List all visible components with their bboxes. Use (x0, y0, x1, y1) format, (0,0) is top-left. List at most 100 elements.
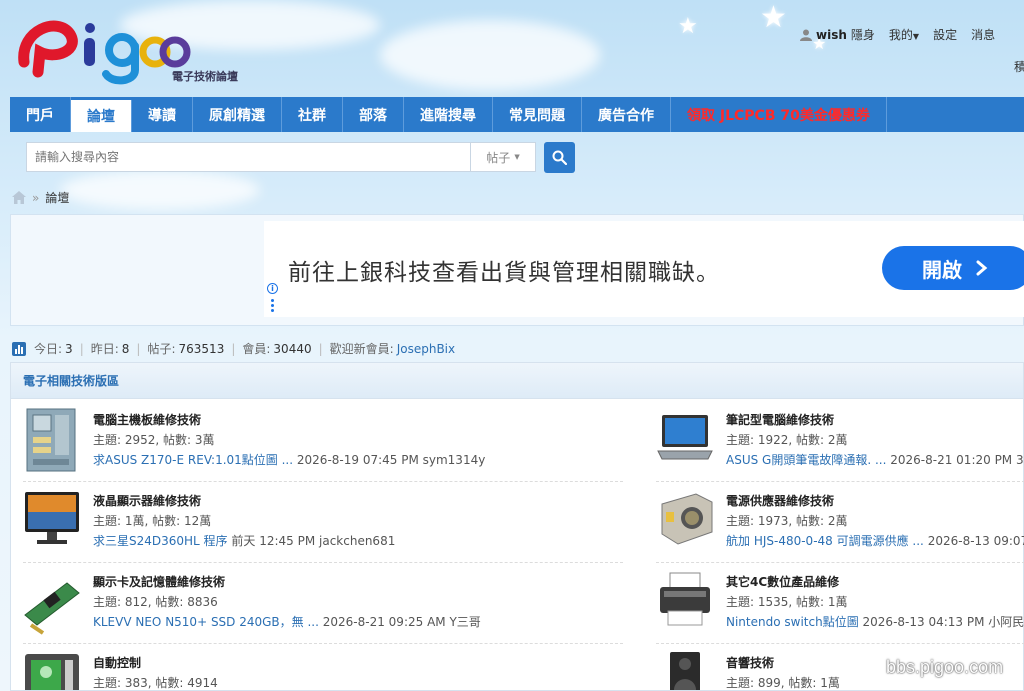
board-title[interactable]: 筆記型電腦維修技術 (726, 411, 834, 428)
new-member-link[interactable]: JosephBix (397, 342, 455, 356)
nav-item-portal[interactable]: 門戶 (10, 97, 71, 132)
last-post-link[interactable]: 求三星S24D360HL 程序 (93, 534, 228, 548)
ad-options-icon[interactable] (271, 299, 274, 314)
search-input[interactable] (26, 142, 470, 172)
board-stats: 主題: 2952, 帖數: 3萬 (93, 433, 215, 447)
stats-chart-icon (12, 341, 26, 356)
user-toolbar: wish 隱身 我的▼ 設定 消息 (800, 26, 995, 43)
board-title[interactable]: 電腦主機板維修技術 (93, 411, 201, 428)
user-icon (800, 29, 812, 41)
nav-item-jlcpcb-coupon[interactable]: 領取 JLCPCB 70美金優惠券 (671, 97, 887, 132)
last-post-meta: 2026-8-19 07:45 PM sym1314y (296, 453, 486, 467)
board-last-post: 求ASUS Z170-E REV:1.01點位圖 ... 2026-8-19 0… (93, 451, 653, 467)
laptop-icon[interactable] (656, 407, 714, 473)
nav-item-originals[interactable]: 原創精選 (193, 97, 282, 132)
caret-down-icon: ▼ (912, 32, 920, 41)
board-item: 筆記型電腦維修技術 主題: 1922, 帖數: 2萬 ASUS G開頭筆電故障通… (656, 407, 1024, 487)
invisible-status[interactable]: 隱身 (851, 26, 875, 43)
search-bar: 帖子 ▼ (26, 142, 575, 173)
yesterday-label: 昨日: (90, 342, 119, 356)
last-post-link[interactable]: Nintendo switch點位圖 (726, 615, 859, 629)
motherboard-icon[interactable] (23, 407, 81, 473)
board-last-post: KLEVV NEO N510+ SSD 240GB，無 ... 2026-8-2… (93, 613, 653, 629)
page: ★ ★ ★ 電子技術論壇 wish 隱身 我的▼ 設定 消息 積 門戶 論壇 導… (0, 0, 1024, 691)
board-title[interactable]: 自動控制 (93, 654, 141, 671)
lcd-monitor-icon[interactable] (23, 488, 81, 554)
cloud-decoration (380, 20, 600, 90)
board-item: 電腦主機板維修技術 主題: 2952, 帖數: 3萬 求ASUS Z170-E … (23, 407, 635, 487)
board-item: 液晶顯示器維修技術 主題: 1萬, 帖數: 12萬 求三星S24D360HL 程… (23, 488, 635, 568)
nav-item-blog[interactable]: 部落 (343, 97, 404, 132)
last-post-link[interactable]: 航加 HJS-480-0-48 可調電源供應 ... (726, 534, 924, 548)
last-post-meta: 2026-8-13 09:07 (927, 534, 1024, 548)
yesterday-count: 8 (121, 341, 130, 356)
last-post-link[interactable]: KLEVV NEO N510+ SSD 240GB，無 ... (93, 615, 319, 629)
graphics-card-icon[interactable] (23, 569, 81, 635)
today-count: 3 (65, 341, 73, 356)
ad-open-button[interactable]: 開啟 (882, 246, 1024, 290)
row-divider (23, 481, 623, 482)
site-watermark: bbs.pigoo.com (886, 657, 1004, 677)
my-menu[interactable]: 我的▼ (889, 26, 919, 43)
board-title[interactable]: 音響技術 (726, 654, 774, 671)
star-icon: ★ (678, 14, 698, 39)
section-title[interactable]: 電子相關技術版區 (11, 363, 1023, 399)
new-member-label: 歡迎新會員: (329, 342, 394, 356)
board-item: 電源供應器維修技術 主題: 1973, 帖數: 2萬 航加 HJS-480-0-… (656, 488, 1024, 568)
board-last-post: 航加 HJS-480-0-48 可調電源供應 ... 2026-8-13 09:… (726, 532, 1024, 549)
logo-subtitle: 電子技術論壇 (172, 70, 238, 83)
row-divider (656, 643, 1024, 644)
today-label: 今日: (34, 342, 63, 356)
board-item: 自動控制 主題: 383, 帖數: 4914 (23, 650, 635, 690)
last-post-meta: 2026-8-21 01:20 PM 33 (890, 453, 1024, 467)
breadcrumb-current[interactable]: 論壇 (45, 189, 69, 206)
nav-item-community[interactable]: 社群 (282, 97, 343, 132)
points-link[interactable]: 積 (1014, 58, 1024, 75)
board-last-post: 求三星S24D360HL 程序 前天 12:45 PM jackchen681 (93, 532, 653, 548)
stats-divider: | (79, 341, 84, 356)
last-post-meta: 2026-8-13 04:13 PM 小阿民 (862, 615, 1024, 629)
forum-section: 電子相關技術版區 電腦主機板維修技術 主題: 2952, 帖數: 3萬 求ASU… (10, 362, 1024, 691)
members-label: 會員: (242, 342, 271, 356)
power-supply-icon[interactable] (656, 488, 714, 554)
last-post-meta: 2026-8-21 09:25 AM Y三哥 (322, 615, 481, 629)
home-icon[interactable] (12, 191, 26, 204)
messages-link[interactable]: 消息 (971, 26, 995, 43)
posts-label: 帖子: (147, 342, 176, 356)
forum-stats: 今日: 3 | 昨日: 8 | 帖子: 763513 | 會員: 30440 |… (12, 340, 455, 357)
board-last-post: ASUS G開頭筆電故障通報. ... 2026-8-21 01:20 PM 3… (726, 451, 1024, 468)
members-count: 30440 (273, 341, 312, 356)
board-title[interactable]: 顯示卡及記憶體維修技術 (93, 573, 225, 590)
nav-item-advanced-search[interactable]: 進階搜尋 (404, 97, 493, 132)
ad-text[interactable]: 前往上銀科技查看出貨與管理相關職缺。 (288, 253, 720, 287)
ad-info-icon[interactable]: i (267, 283, 278, 294)
stats-divider: | (318, 341, 323, 356)
nav-item-faq[interactable]: 常見問題 (493, 97, 582, 132)
board-item: 其它4C數位產品維修 主題: 1535, 帖數: 1萬 Nintendo swi… (656, 569, 1024, 649)
board-title[interactable]: 電源供應器維修技術 (726, 492, 834, 509)
nav-item-forum[interactable]: 論壇 (71, 100, 132, 132)
nav-item-guide[interactable]: 導讀 (132, 97, 193, 132)
search-button[interactable] (544, 142, 575, 173)
nav-item-advertising[interactable]: 廣告合作 (582, 97, 671, 132)
search-type-select[interactable]: 帖子 ▼ (470, 142, 536, 172)
ad-banner[interactable]: 前往上銀科技查看出貨與管理相關職缺。 開啟 i (264, 221, 1024, 317)
board-last-post: Nintendo switch點位圖 2026-8-13 04:13 PM 小阿… (726, 613, 1024, 630)
speaker-icon[interactable] (656, 650, 714, 690)
last-post-link[interactable]: ASUS G開頭筆電故障通報. ... (726, 453, 886, 467)
board-title[interactable]: 液晶顯示器維修技術 (93, 492, 201, 509)
cloud-decoration (60, 170, 260, 210)
last-post-link[interactable]: 求ASUS Z170-E REV:1.01點位圖 ... (93, 453, 293, 467)
username[interactable]: wish (816, 28, 847, 42)
board-item: 顯示卡及記憶體維修技術 主題: 812, 帖數: 8836 KLEVV NEO … (23, 569, 635, 649)
board-title[interactable]: 其它4C數位產品維修 (726, 573, 839, 590)
stats-divider: | (136, 341, 141, 356)
user-menu[interactable]: wish 隱身 (800, 26, 875, 43)
row-divider (656, 481, 1024, 482)
settings-link[interactable]: 設定 (933, 26, 957, 43)
automation-panel-icon[interactable] (23, 650, 81, 690)
posts-count: 763513 (178, 341, 225, 356)
row-divider (23, 562, 623, 563)
row-divider (656, 562, 1024, 563)
printer-icon[interactable] (656, 569, 714, 635)
